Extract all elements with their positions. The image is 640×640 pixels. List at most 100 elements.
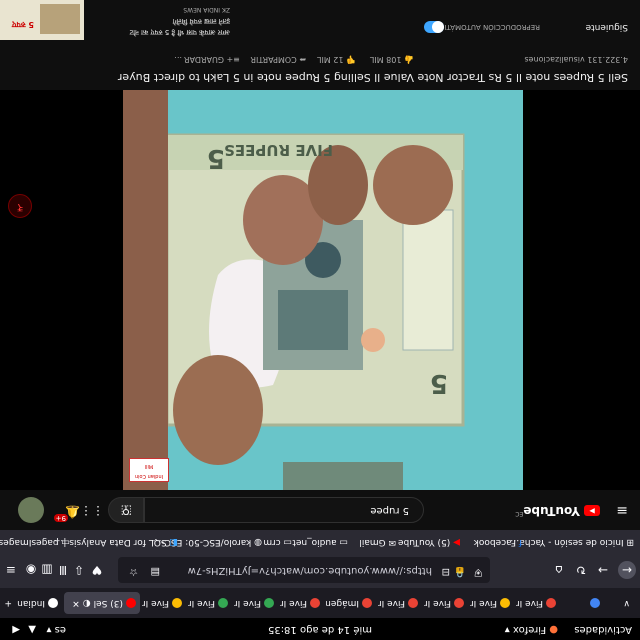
tab-label: Imágenes (326, 598, 359, 608)
youtube-icon: ▶ (453, 537, 460, 547)
search-input[interactable]: 5 rupee (144, 497, 424, 523)
thumbnail-note-image (40, 4, 80, 34)
menu-icon[interactable]: ≡ (2, 561, 20, 579)
tab[interactable] (562, 592, 604, 614)
address-bar[interactable]: ⛨ 🔒 ⊟ https://www.youtube.com/watch?v=Jy… (118, 557, 490, 583)
account-icon[interactable]: ◉ (22, 561, 40, 579)
keyboard-layout[interactable]: es ▾ (46, 624, 66, 635)
tab[interactable]: Five India (280, 592, 324, 614)
tab-strip: ∨ Five India Five India Five India Five … (0, 588, 640, 618)
tab-favicon-icon (590, 598, 600, 608)
thumb-left (173, 355, 263, 465)
bookmark-label: audio_net (292, 537, 337, 547)
forward-button-icon[interactable]: → (594, 561, 612, 579)
autoplay-label: REPRODUCCIÓN AUTOMÁTICA (434, 23, 540, 31)
firefox-app-menu[interactable]: ● Firefox ▾ (505, 624, 558, 635)
tab-favicon-icon (264, 598, 274, 608)
tab-label: Five India (516, 598, 543, 608)
finger-bottom-3 (373, 145, 453, 225)
permissions-icon[interactable]: ⊟ (442, 566, 450, 577)
dislike-button[interactable]: 👎 12 MIL (317, 55, 356, 64)
video-frame: 5 5 FIVE RUPEES Indian Coin Mill (123, 90, 523, 490)
bookmark-item[interactable]: ▭ audio_net (292, 537, 348, 547)
lock-icon[interactable]: 🔒 (454, 566, 466, 577)
video-title: Sell 5 Rupees note ll 5 Rs Tractor Note … (117, 71, 628, 84)
tab-favicon-icon (172, 598, 182, 608)
video-player[interactable]: 5 5 FIVE RUPEES Indian Coin Mill ₹ (0, 90, 640, 490)
bookmark-label: Inicio de sesión - Yacha… (510, 537, 624, 547)
bookmarks-toolbar: ⊞ Inicio de sesión - Yacha… f Facebook ▶… (0, 529, 640, 552)
tab[interactable]: Five India (470, 592, 514, 614)
avatar[interactable] (18, 497, 44, 523)
folder-icon: ▭ (339, 537, 348, 547)
bookmark-label: Gmail (359, 537, 386, 547)
youtube-logo[interactable]: ▶ YouTubeEC (515, 504, 600, 518)
bookmark-item[interactable]: f Facebook (474, 537, 522, 547)
site-info-icon[interactable]: ⛨ (475, 566, 483, 577)
save-button[interactable]: ≡+ GUARDAR (184, 55, 240, 64)
next-video-info[interactable]: अगर आपके पास भी है 5 रुपए का नोट इतने ला… (90, 0, 230, 40)
tab[interactable]: Five India (142, 592, 186, 614)
clock[interactable]: mié 14 de ago 18:35 (268, 624, 372, 635)
bookmark-label: SQL for Data Analysis |… (54, 537, 167, 547)
coin-reflection (283, 462, 403, 490)
next-video-thumbnail[interactable]: 5 रुपए (0, 0, 84, 40)
bookmark-item[interactable]: ⊞ Inicio de sesión - Yacha… (510, 537, 634, 547)
home-icon[interactable]: ⌂ (550, 561, 568, 579)
apps-grid-icon[interactable]: ⋮⋮ (80, 504, 104, 518)
tab[interactable]: Five India (424, 592, 468, 614)
tab-favicon-icon (310, 598, 320, 608)
activities-button[interactable]: Actividades (574, 624, 632, 635)
network-icon[interactable]: ▲ (28, 624, 36, 635)
bookmark-item[interactable]: ✉ Gmail (359, 537, 396, 547)
thumbs-up-icon: 👍 (404, 55, 414, 64)
bookmark-item[interactable]: ▶ (5) YouTube (398, 537, 460, 547)
tab-favicon-icon (408, 598, 418, 608)
facebook-icon: f (518, 537, 522, 547)
sidebar-toggle-icon[interactable]: ▥ (38, 561, 56, 579)
tab[interactable]: Five India (516, 592, 560, 614)
downloads-icon[interactable]: ⇩ (70, 561, 88, 579)
share-button[interactable]: ➦ COMPARTIR (250, 55, 306, 64)
bookmark-item[interactable]: ▭ crm (263, 537, 292, 547)
guide-menu-icon[interactable]: ≡ (616, 502, 628, 518)
reload-icon[interactable]: ↻ (572, 561, 590, 579)
tab[interactable]: Five India (234, 592, 278, 614)
more-actions-button[interactable]: ... (174, 55, 182, 64)
github-icon: ◍ (254, 537, 262, 547)
youtube-play-icon: ▶ (584, 505, 600, 516)
channel-branding-icon[interactable]: ₹ (8, 194, 32, 218)
bookmark-item[interactable]: ▭ pagesImages (0, 537, 70, 547)
up-next-heading: Siguiente (585, 22, 628, 32)
thumbnail-text: 5 रुपए (11, 20, 34, 29)
bookmark-star-icon[interactable]: ☆ (129, 566, 138, 577)
system-top-bar: Actividades ● Firefox ▾ mié 14 de ago 18… (0, 618, 640, 640)
tab-active[interactable]: (3) Sel ◐ ✕ (64, 592, 140, 614)
hand-edge (123, 90, 168, 490)
tab-label: Five India (280, 598, 307, 608)
tab-mute-icon[interactable]: ◐ (83, 598, 91, 608)
like-button[interactable]: 👍 108 MIL (370, 55, 414, 64)
back-button-icon[interactable]: ← (618, 561, 636, 579)
mode-icon: ◧ (169, 537, 178, 547)
pocket-icon[interactable]: ♥ (88, 561, 106, 579)
new-tab-button[interactable]: + (0, 592, 12, 614)
tab-close-icon[interactable]: ✕ (72, 598, 80, 608)
tab[interactable]: Imágenes (326, 592, 376, 614)
reader-mode-icon[interactable]: ▤ (151, 566, 160, 577)
tab-favicon-icon (48, 598, 58, 608)
autoplay-toggle[interactable] (424, 21, 444, 33)
library-icon[interactable]: Ⅲ (54, 561, 72, 579)
playlist-add-icon: ≡+ (226, 55, 240, 64)
firefox-icon: ● (549, 624, 558, 635)
tab-overview-button[interactable]: ∨ (612, 592, 634, 614)
language-panel (402, 209, 454, 351)
tab[interactable]: Indian rupee (14, 592, 62, 614)
create-video-icon[interactable]: ⬚ (121, 504, 132, 518)
note-numeral-2: 5 (207, 143, 225, 173)
tab[interactable]: Five India (188, 592, 232, 614)
tab[interactable]: Five India (378, 592, 422, 614)
up-next-area: Siguiente REPRODUCCIÓN AUTOMÁTICA अगर आप… (0, 0, 640, 40)
bookmark-item[interactable]: ◧ SQL for Data Analysis |… (54, 537, 178, 547)
volume-icon[interactable]: ◀ (12, 624, 20, 635)
